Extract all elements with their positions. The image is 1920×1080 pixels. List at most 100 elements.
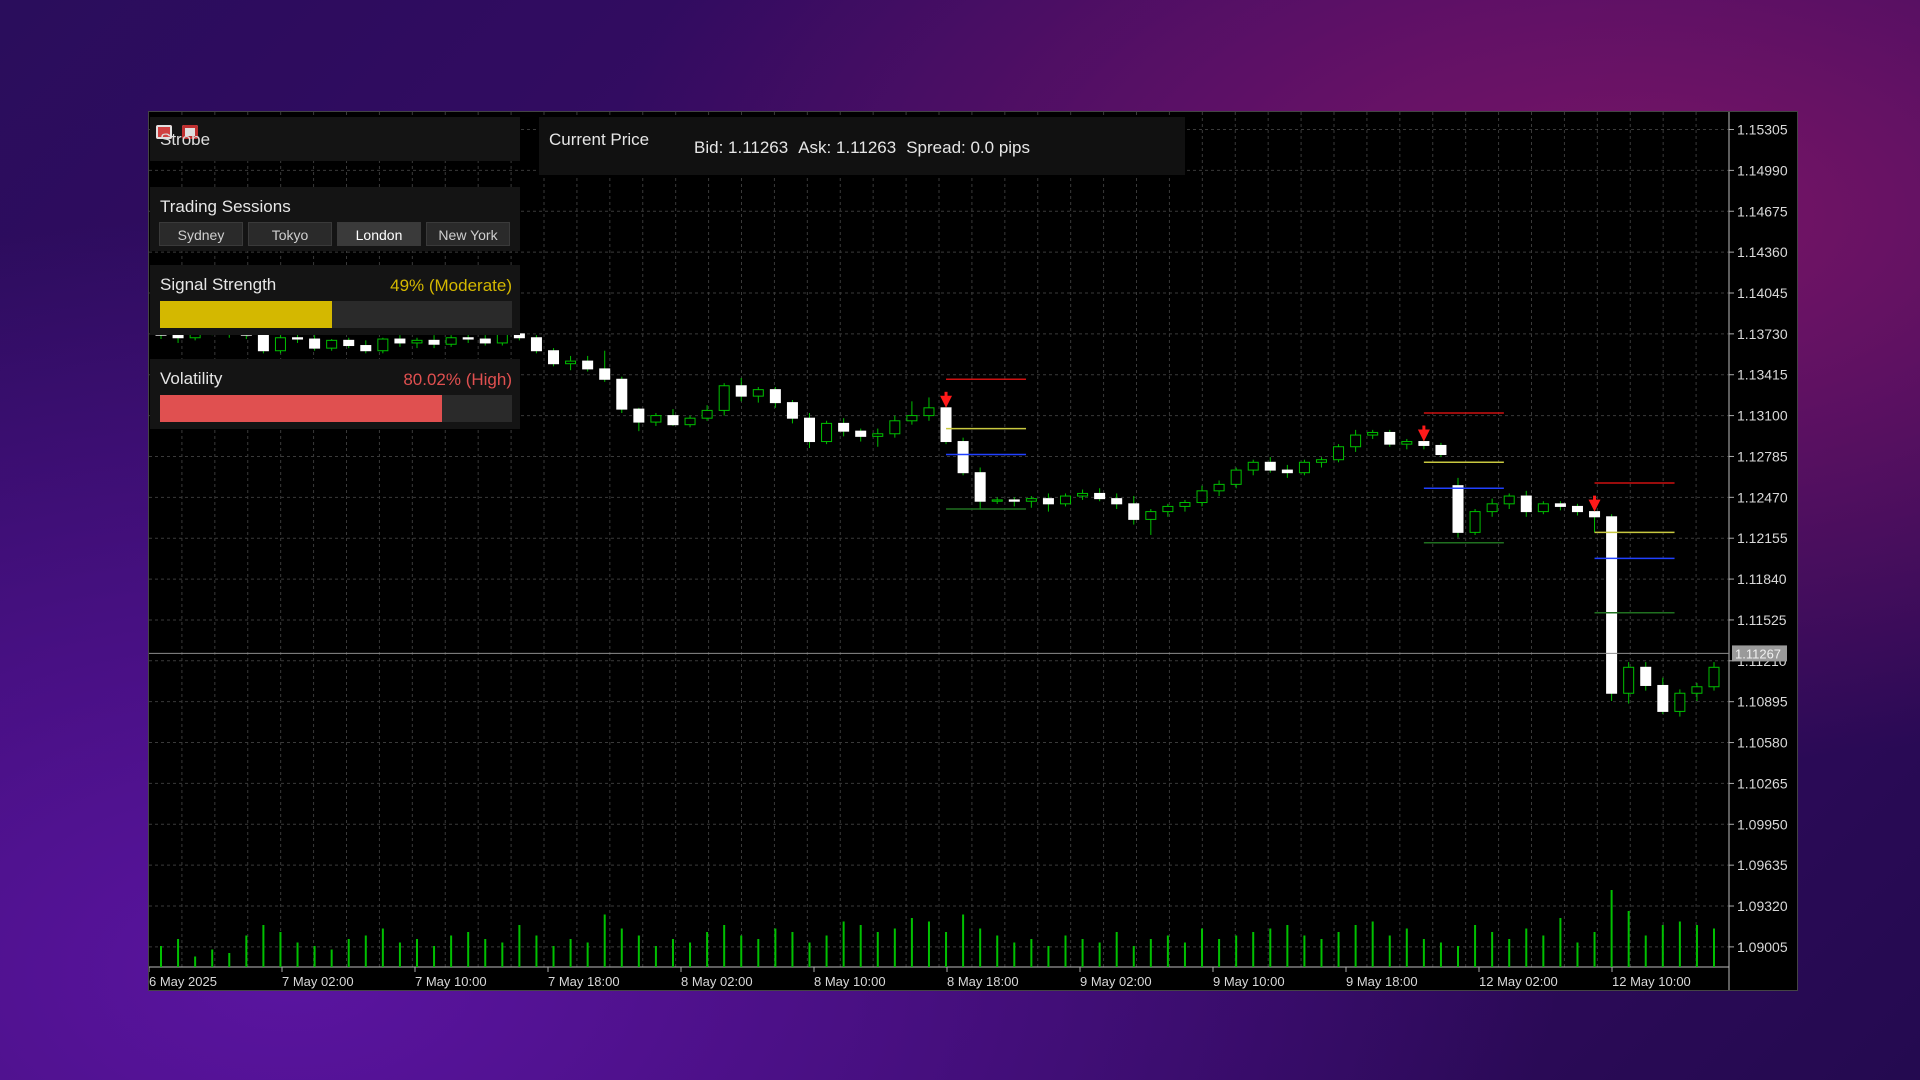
candle-body[interactable]	[855, 430, 867, 437]
volatility-panel: Volatility 80.02% (High)	[150, 359, 520, 429]
candle-body[interactable]	[1571, 505, 1583, 513]
candle-body[interactable]	[1708, 666, 1720, 688]
candle-body[interactable]	[548, 350, 560, 365]
candle-body[interactable]	[735, 385, 747, 397]
candle-body[interactable]	[1247, 461, 1259, 471]
candle-body[interactable]	[274, 337, 286, 352]
candle-body[interactable]	[599, 368, 611, 380]
current-price-title: Current Price	[549, 130, 650, 149]
candle-body[interactable]	[923, 407, 935, 417]
candle-body[interactable]	[1145, 511, 1157, 520]
candle-body[interactable]	[1384, 431, 1396, 445]
candle-body[interactable]	[343, 339, 355, 347]
candle-body[interactable]	[1162, 505, 1174, 513]
candle-body[interactable]	[786, 402, 798, 419]
candle-body[interactable]	[667, 415, 679, 426]
candle-body[interactable]	[650, 415, 662, 423]
candle-body[interactable]	[462, 337, 474, 340]
session-london-button[interactable]: London	[337, 222, 421, 246]
candle-body[interactable]	[326, 339, 338, 349]
candle-body[interactable]	[1623, 666, 1635, 694]
candle-body[interactable]	[1401, 441, 1413, 445]
candle-body[interactable]	[1435, 444, 1447, 456]
candle-body[interactable]	[1418, 441, 1430, 446]
candle-body[interactable]	[1264, 461, 1276, 471]
candle-body[interactable]	[684, 417, 696, 426]
candle-body[interactable]	[1333, 446, 1345, 461]
candle-body[interactable]	[991, 499, 1003, 502]
ask-value: Ask: 1.11263	[798, 138, 897, 157]
session-newyork-button[interactable]: New York	[426, 222, 510, 246]
candle-body[interactable]	[906, 415, 918, 422]
x-tick-label: 7 May 18:00	[548, 974, 620, 989]
candle-body[interactable]	[1042, 498, 1054, 505]
candle-body[interactable]	[1589, 511, 1601, 518]
candle-body[interactable]	[479, 338, 491, 344]
candle-body[interactable]	[616, 378, 628, 410]
candle-body[interactable]	[1128, 503, 1140, 520]
candle-body[interactable]	[1640, 666, 1652, 686]
candle-body[interactable]	[1179, 502, 1191, 507]
y-tick-label: 1.09005	[1737, 939, 1788, 955]
candle-body[interactable]	[1691, 686, 1703, 694]
candle-body[interactable]	[1503, 495, 1515, 505]
candle-body[interactable]	[701, 409, 713, 419]
y-tick-label: 1.12470	[1737, 489, 1788, 505]
session-sydney-button[interactable]: Sydney	[159, 222, 243, 246]
candle-body[interactable]	[1025, 498, 1037, 502]
candle-body[interactable]	[1213, 483, 1225, 492]
candle-body[interactable]	[1077, 492, 1089, 497]
candle-body[interactable]	[1008, 499, 1020, 502]
candle-body[interactable]	[360, 345, 372, 352]
candle-body[interactable]	[377, 338, 389, 352]
candle-body[interactable]	[411, 339, 423, 344]
candle-body[interactable]	[1674, 692, 1686, 712]
candle-body[interactable]	[1537, 503, 1549, 513]
candle-body[interactable]	[1111, 498, 1123, 505]
candle-body[interactable]	[718, 385, 730, 411]
candle-body[interactable]	[957, 441, 969, 474]
candle-body[interactable]	[309, 338, 321, 349]
candle-body[interactable]	[1486, 503, 1498, 513]
candle-body[interactable]	[974, 472, 986, 502]
y-tick-label: 1.14675	[1737, 203, 1788, 219]
candle-body[interactable]	[530, 337, 542, 352]
candle-body[interactable]	[257, 334, 269, 352]
candle-body[interactable]	[838, 422, 850, 432]
candle-body[interactable]	[445, 337, 457, 345]
candle-body[interactable]	[1367, 431, 1379, 436]
volatility-value: 80.02% (High)	[403, 370, 512, 389]
candle-body[interactable]	[1196, 490, 1208, 504]
candle-body[interactable]	[1350, 434, 1362, 448]
candle-body[interactable]	[394, 338, 406, 344]
candle-body[interactable]	[940, 407, 952, 443]
candle-body[interactable]	[1059, 495, 1071, 505]
candle-body[interactable]	[1469, 511, 1481, 533]
candle-body[interactable]	[565, 360, 577, 365]
session-tokyo-button[interactable]: Tokyo	[248, 222, 332, 246]
candle-body[interactable]	[821, 422, 833, 443]
candle-body[interactable]	[633, 408, 645, 423]
candle-body[interactable]	[804, 417, 816, 443]
candle-body[interactable]	[769, 389, 781, 404]
candle-body[interactable]	[1452, 485, 1464, 533]
candle-body[interactable]	[1520, 495, 1532, 513]
candle-body[interactable]	[496, 333, 508, 344]
candle-body[interactable]	[1094, 492, 1106, 500]
candle-body[interactable]	[1315, 459, 1327, 463]
candle-body[interactable]	[1230, 469, 1242, 485]
candle-body[interactable]	[428, 339, 440, 345]
candle-body[interactable]	[1606, 516, 1618, 694]
candle-body[interactable]	[1281, 469, 1293, 474]
candle-body[interactable]	[292, 337, 304, 340]
signal-strength-value: 49% (Moderate)	[390, 276, 512, 295]
candle-body[interactable]	[582, 360, 594, 370]
trading-sessions-panel: Trading Sessions Sydney Tokyo London New…	[150, 187, 520, 251]
candle-body[interactable]	[889, 420, 901, 435]
candle-body[interactable]	[752, 389, 764, 397]
candle-body[interactable]	[1657, 684, 1669, 712]
candle-body[interactable]	[1298, 461, 1310, 474]
candle-body[interactable]	[172, 334, 184, 339]
candle-body[interactable]	[1554, 503, 1566, 507]
candle-body[interactable]	[872, 433, 884, 437]
